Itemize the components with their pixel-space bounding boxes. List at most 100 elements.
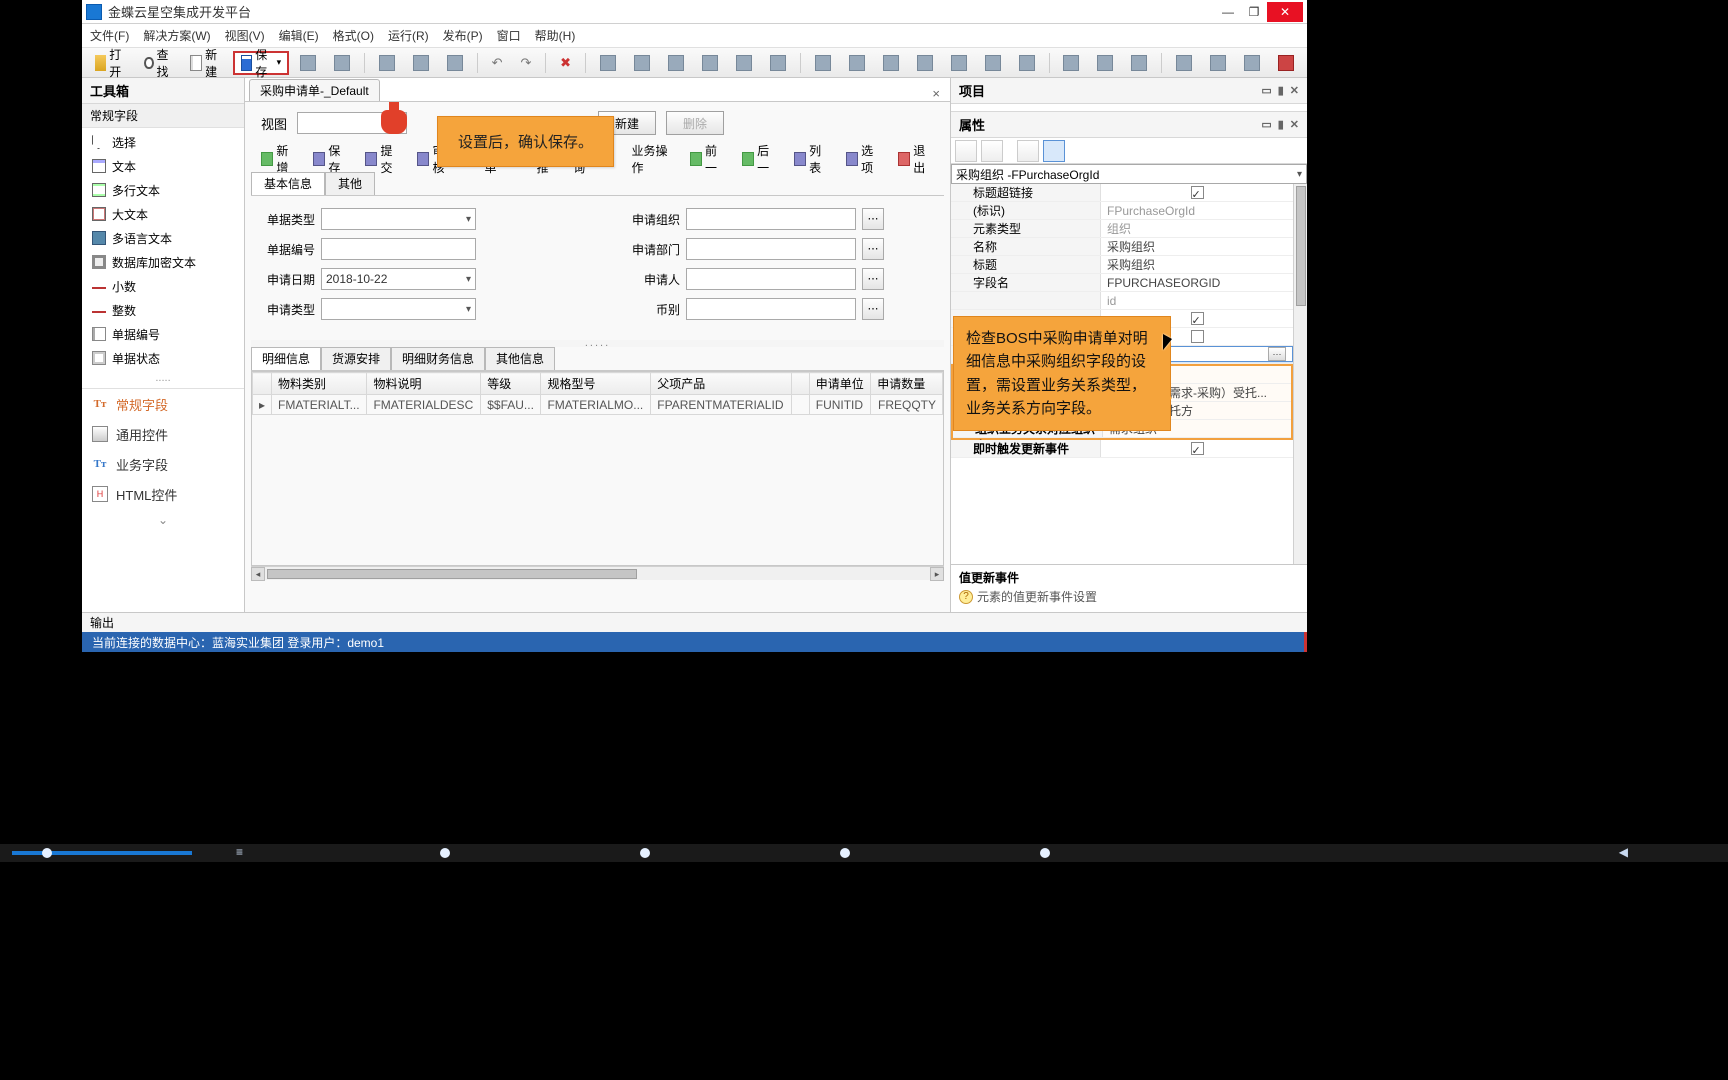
panel-pin-icon-2[interactable]: ▮ — [1278, 118, 1284, 131]
tb-a5[interactable] — [729, 51, 759, 75]
tb-undo[interactable]: ↶ — [485, 51, 510, 75]
prop-cat-btn[interactable] — [955, 140, 977, 162]
tab-other[interactable]: 其他 — [325, 172, 375, 195]
doc-close-icon[interactable]: × — [926, 86, 946, 101]
tb-b6[interactable] — [978, 51, 1008, 75]
tb-b5[interactable] — [944, 51, 974, 75]
tb-a6[interactable] — [763, 51, 793, 75]
scroll-left-icon[interactable]: ◂ — [251, 567, 265, 581]
tool-select[interactable]: 选择 — [82, 130, 244, 154]
prop-az-btn[interactable] — [981, 140, 1003, 162]
more-button[interactable]: ⋯ — [1268, 347, 1286, 361]
checkbox-icon[interactable] — [1191, 312, 1204, 325]
tool-enctext[interactable]: 数据库加密文本 — [82, 250, 244, 274]
menu-window[interactable]: 窗口 — [497, 27, 521, 44]
prop-events-btn[interactable] — [1043, 140, 1065, 162]
prop-vscroll[interactable] — [1293, 184, 1307, 564]
tb-d1[interactable] — [1169, 51, 1199, 75]
tb-misc-2[interactable] — [327, 51, 357, 75]
apply-org-input[interactable] — [686, 208, 856, 230]
splitter[interactable] — [251, 340, 944, 347]
tb-misc-4[interactable] — [406, 51, 436, 75]
prop-row[interactable]: 标题采购组织 — [951, 256, 1293, 274]
ft-list[interactable]: 列表 — [790, 142, 834, 176]
panel-close-icon[interactable]: ✕ — [1290, 84, 1299, 97]
prop-page-btn[interactable] — [1017, 140, 1039, 162]
prop-row[interactable]: 名称采购组织 — [951, 238, 1293, 256]
tb-a4[interactable] — [695, 51, 725, 75]
menu-file[interactable]: 文件(F) — [90, 27, 129, 44]
tool-billstatus[interactable]: 单据状态 — [82, 346, 244, 370]
doc-tab[interactable]: 采购申请单-_Default — [249, 79, 380, 101]
panel-close-icon-2[interactable]: ✕ — [1290, 118, 1299, 131]
tb-b7[interactable] — [1012, 51, 1042, 75]
tb-find[interactable]: 查找 — [137, 51, 179, 75]
apply-dept-lookup[interactable]: ⋯ — [862, 238, 884, 260]
tb-misc-3[interactable] — [372, 51, 402, 75]
prop-row[interactable]: 字段名FPURCHASEORGID — [951, 274, 1293, 292]
tb-c3[interactable] — [1124, 51, 1154, 75]
gtab-other[interactable]: 其他信息 — [485, 347, 555, 370]
checkbox-icon[interactable] — [1191, 442, 1204, 455]
close-button[interactable]: ✕ — [1267, 2, 1303, 22]
prop-row[interactable]: 即时触发更新事件 — [951, 440, 1293, 458]
ft-new[interactable]: 新增 — [257, 142, 301, 176]
tool-decimal[interactable]: 小数 — [82, 274, 244, 298]
billtype-combo[interactable] — [321, 208, 476, 230]
prop-row[interactable]: 标题超链接 — [951, 184, 1293, 202]
ft-exit[interactable]: 退出 — [894, 142, 938, 176]
tb-c1[interactable] — [1056, 51, 1086, 75]
apply-org-lookup[interactable]: ⋯ — [862, 208, 884, 230]
tool-bigtext[interactable]: 大文本 — [82, 202, 244, 226]
menu-view[interactable]: 视图(V) — [225, 27, 265, 44]
tb-a3[interactable] — [661, 51, 691, 75]
currency-input[interactable] — [686, 298, 856, 320]
ft-prev[interactable]: 前一 — [686, 142, 730, 176]
tb-new[interactable]: 新建 — [183, 51, 228, 75]
prop-object-select[interactable]: 采购组织 -FPurchaseOrgId — [951, 164, 1307, 184]
applicant-lookup[interactable]: ⋯ — [862, 268, 884, 290]
gtab-fin[interactable]: 明细财务信息 — [391, 347, 485, 370]
tb-d2[interactable] — [1203, 51, 1233, 75]
checkbox-icon[interactable] — [1191, 330, 1204, 343]
ft-biz[interactable]: 业务操作 — [627, 142, 677, 176]
panel-dock-icon-2[interactable]: ▭ — [1261, 118, 1271, 131]
delete-view-button[interactable]: 删除 — [666, 111, 724, 135]
tb-a2[interactable] — [627, 51, 657, 75]
prop-row[interactable]: id — [951, 292, 1293, 310]
tb-b4[interactable] — [910, 51, 940, 75]
menu-solution[interactable]: 解决方案(W) — [143, 27, 210, 44]
tb-b1[interactable] — [808, 51, 838, 75]
checkbox-icon[interactable] — [1191, 186, 1204, 199]
ft-next[interactable]: 后一 — [738, 142, 782, 176]
tb-misc-1[interactable] — [293, 51, 323, 75]
panel-dock-icon[interactable]: ▭ — [1261, 84, 1271, 97]
tb-d3[interactable] — [1237, 51, 1267, 75]
prop-row[interactable]: 元素类型组织 — [951, 220, 1293, 238]
menu-run[interactable]: 运行(R) — [388, 27, 429, 44]
ft-submit[interactable]: 提交 — [361, 142, 405, 176]
currency-lookup[interactable]: ⋯ — [862, 298, 884, 320]
tool-text[interactable]: 文本 — [82, 154, 244, 178]
tool-multitext[interactable]: 多行文本 — [82, 178, 244, 202]
tb-b2[interactable] — [842, 51, 872, 75]
menu-help[interactable]: 帮助(H) — [535, 27, 576, 44]
tb-delete[interactable]: ✖ — [553, 51, 578, 75]
cat-controls[interactable]: 通用控件 — [82, 419, 244, 449]
ft-save[interactable]: 保存 — [309, 142, 353, 176]
toolbox-section[interactable]: 常规字段 — [82, 104, 244, 128]
tb-b3[interactable] — [876, 51, 906, 75]
billno-input[interactable] — [321, 238, 476, 260]
menu-publish[interactable]: 发布(P) — [443, 27, 483, 44]
tool-billno[interactable]: 单据编号 — [82, 322, 244, 346]
view-combo[interactable] — [297, 112, 407, 134]
tool-langtext[interactable]: 多语言文本 — [82, 226, 244, 250]
detail-grid[interactable]: 物料类别物料说明等级 规格型号父项产品 申请单位申请数量 ▸ FMATERIAL… — [251, 371, 944, 566]
applicant-input[interactable] — [686, 268, 856, 290]
tool-integer[interactable]: 整数 — [82, 298, 244, 322]
gtab-source[interactable]: 货源安排 — [321, 347, 391, 370]
prop-row[interactable]: (标识)FPurchaseOrgId — [951, 202, 1293, 220]
tb-redo[interactable]: ↷ — [514, 51, 539, 75]
apply-date-combo[interactable]: 2018-10-22 — [321, 268, 476, 290]
grid-hscroll[interactable]: ◂ ▸ — [251, 566, 944, 580]
